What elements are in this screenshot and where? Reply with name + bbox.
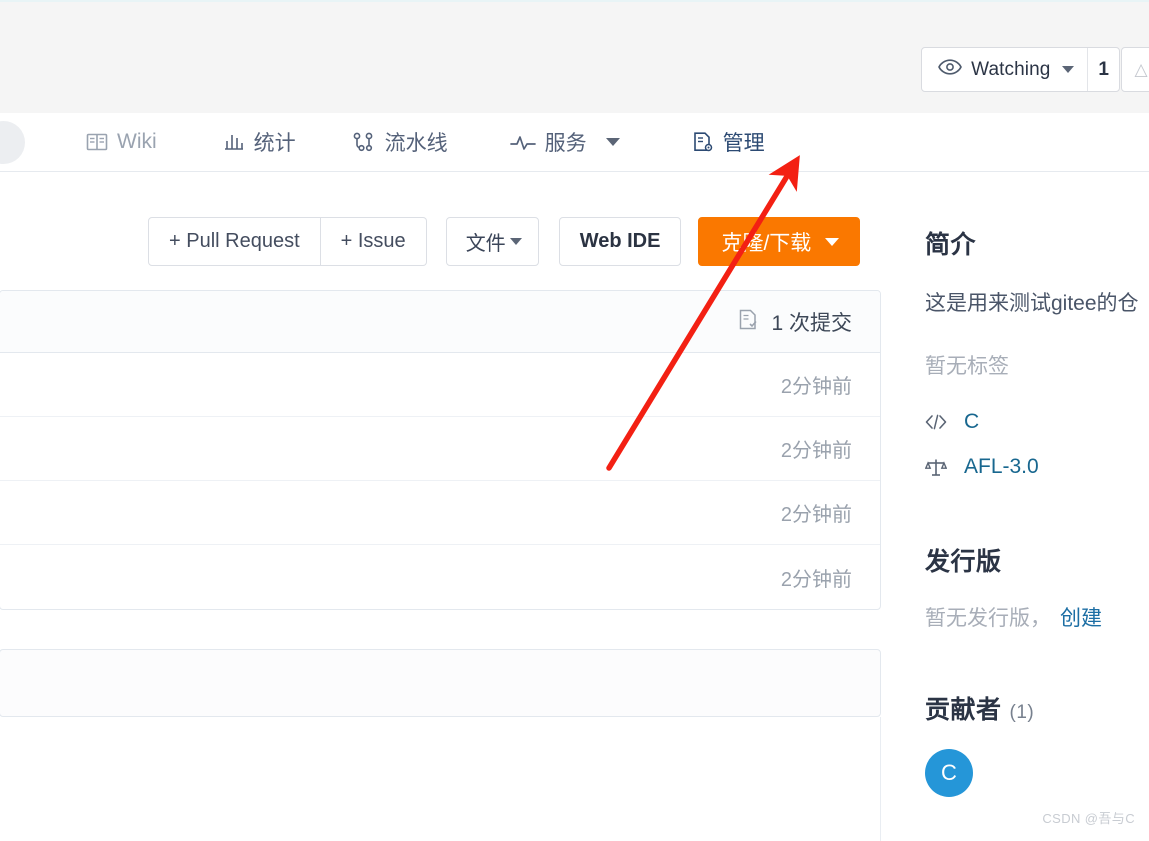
repo-action-toolbar: + Pull Request + Issue 文件 Web IDE 克隆/下载 <box>148 217 861 266</box>
code-icon <box>925 414 947 430</box>
scale-icon <box>925 458 947 477</box>
star-icon: △ <box>1134 59 1148 79</box>
nav-item-label: 服务 <box>544 132 587 155</box>
book-icon <box>86 132 108 152</box>
about-description: 这是用来测试gitee的仓 <box>925 292 1139 315</box>
eye-icon <box>938 59 963 80</box>
star-button[interactable]: △ <box>1121 47 1149 92</box>
pulse-icon <box>509 132 536 152</box>
file-commit-time: 2分钟前 <box>780 504 852 526</box>
repository-sidebar: 简介 这是用来测试gitee的仓 暂无标签 C AFL-3.0 发行版 暂无发行… <box>881 172 1149 841</box>
file-commit-time: 2分钟前 <box>780 568 852 591</box>
nav-overflow-indicator[interactable] <box>0 121 25 164</box>
document-gear-icon <box>692 131 714 153</box>
files-dropdown-label: 文件 <box>465 233 506 255</box>
file-commit-time: 2分钟前 <box>780 376 852 398</box>
file-commit-time: 2分钟前 <box>780 440 852 462</box>
pipeline-icon <box>352 132 376 152</box>
commit-list-icon <box>737 308 760 336</box>
tags-empty-label: 暂无标签 <box>925 355 1009 378</box>
table-row[interactable]: it 2分钟前 <box>0 545 880 609</box>
nav-item-label: 管理 <box>722 132 765 155</box>
bar-chart-icon <box>223 132 245 152</box>
table-row[interactable]: it 2分钟前 <box>0 417 880 481</box>
top-header-strip: Watching 1 △ <box>0 0 1149 113</box>
contributors-count: (1) <box>1009 702 1035 723</box>
nav-item-wiki[interactable]: Wiki <box>86 130 157 154</box>
nav-item-statistics[interactable]: 统计 <box>223 127 296 157</box>
repository-nav: Wiki 统计 流水线 服务 管理 <box>0 113 1149 172</box>
table-row[interactable]: it 2分钟前 <box>0 353 880 417</box>
file-list-panel: 1 次提交 it 2分钟前 it 2分钟前 it 2分钟前 it 2分钟前 <box>0 290 881 610</box>
chevron-down-icon <box>605 138 620 146</box>
new-pull-request-button[interactable]: + Pull Request <box>148 217 321 266</box>
nav-item-label: 流水线 <box>384 132 448 155</box>
create-release-link[interactable]: 创建 <box>1060 602 1102 632</box>
license-row[interactable]: AFL-3.0 <box>925 455 1039 479</box>
releases-empty-row: 暂无发行版， 创建 <box>925 602 1102 632</box>
watch-button[interactable]: Watching <box>922 48 1089 91</box>
new-issue-button[interactable]: + Issue <box>320 217 427 266</box>
contributors-title-text: 贡献者 <box>925 696 1002 724</box>
commit-count-link[interactable]: 1 次提交 <box>737 307 852 337</box>
readme-body-panel <box>0 717 881 841</box>
nav-item-services[interactable]: 服务 <box>509 127 620 157</box>
chevron-down-icon <box>1062 66 1075 73</box>
nav-item-label: 统计 <box>253 132 296 155</box>
nav-item-manage[interactable]: 管理 <box>692 127 765 157</box>
avatar[interactable]: C <box>925 749 973 797</box>
files-dropdown-button[interactable]: 文件 <box>445 217 539 266</box>
clone-download-button[interactable]: 克隆/下载 <box>698 217 861 266</box>
commit-count-label: 1 次提交 <box>771 311 852 335</box>
table-row[interactable]: it 2分钟前 <box>0 481 880 545</box>
clone-download-label: 克隆/下载 <box>721 231 812 255</box>
watch-count[interactable]: 1 <box>1088 48 1119 91</box>
nav-items: Wiki 统计 流水线 服务 管理 <box>86 127 765 157</box>
watermark: CSDN @吾与C <box>1042 811 1135 826</box>
main-content-column: + Pull Request + Issue 文件 Web IDE 克隆/下载 <box>0 172 881 841</box>
releases-empty-label: 暂无发行版， <box>925 607 1051 630</box>
about-section-title: 简介 <box>925 231 977 259</box>
nav-item-pipeline[interactable]: 流水线 <box>352 127 448 157</box>
chevron-down-icon <box>825 237 840 246</box>
nav-item-label: Wiki <box>117 130 157 153</box>
watch-button-group[interactable]: Watching 1 <box>921 47 1120 92</box>
language-row[interactable]: C <box>925 410 979 434</box>
commit-summary-bar: 1 次提交 <box>0 291 880 353</box>
watch-label: Watching <box>971 58 1051 80</box>
language-label: C <box>964 410 980 433</box>
page-root: Watching 1 △ Wiki 统计 流水线 服务 管理 + Pull Re… <box>0 0 1149 841</box>
readme-header-panel <box>0 649 881 717</box>
license-label: AFL-3.0 <box>964 455 1039 478</box>
releases-section-title: 发行版 <box>925 548 1002 576</box>
web-ide-button[interactable]: Web IDE <box>558 217 682 266</box>
contributors-section-title: 贡献者 (1) <box>925 690 1034 726</box>
chevron-down-icon <box>509 238 522 245</box>
